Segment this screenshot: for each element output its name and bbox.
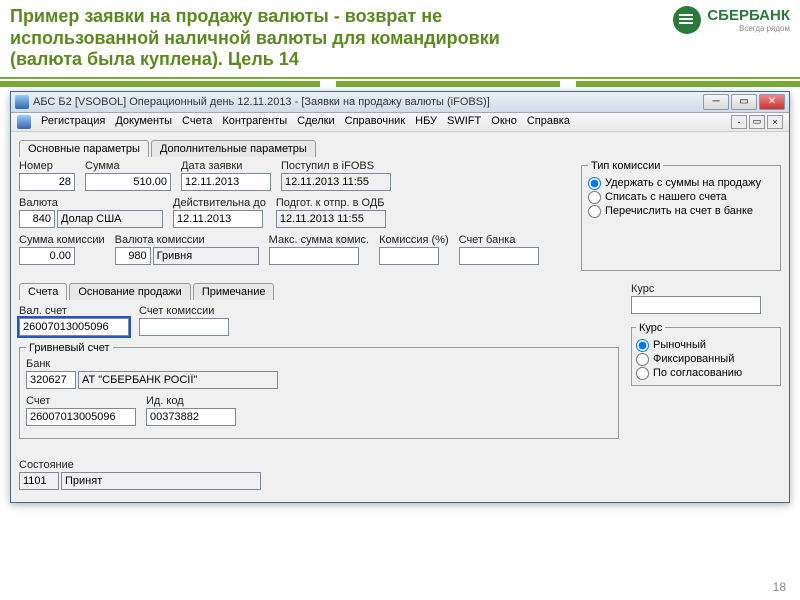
title-bar: АБС Б2 [VSOBOL] Операционный день 12.11.… [11, 92, 789, 113]
menu-registration[interactable]: Регистрация [41, 115, 105, 129]
comm-curr-name-input [153, 247, 259, 265]
commission-opt2-radio[interactable] [588, 191, 601, 204]
logo-name: СБЕРБАНК [707, 7, 790, 24]
sberbank-icon [673, 6, 701, 34]
commission-opt3-radio[interactable] [588, 205, 601, 218]
currency-name-input [57, 210, 163, 228]
odb-input [276, 210, 386, 228]
kurs-opt3-radio[interactable] [636, 367, 649, 380]
id-input[interactable] [146, 408, 236, 426]
state-label: Состояние [19, 459, 261, 471]
comm-curr-label: Валюта комиссии [115, 234, 259, 246]
tab-main-params[interactable]: Основные параметры [19, 140, 149, 157]
subtab-accounts[interactable]: Счета [19, 283, 67, 300]
acc-label: Счет [26, 395, 136, 407]
maximize-button[interactable]: ▭ [731, 94, 757, 110]
sum-input[interactable] [85, 173, 171, 191]
bank-label: Банк [26, 358, 278, 370]
comm-pct-label: Комиссия (%) [379, 234, 449, 246]
comm-pct-input[interactable] [379, 247, 439, 265]
ifobs-label: Поступил в iFOBS [281, 160, 391, 172]
kurs-opt2-label: Фиксированный [653, 353, 734, 365]
app-icon [15, 95, 29, 109]
kurs-label: Курс [631, 283, 781, 295]
slide-title: Пример заявки на продажу валюты - возвра… [10, 6, 570, 71]
commission-type-group: Тип комиссии Удержать с суммы на продажу… [581, 160, 781, 271]
kurs-opt3-label: По согласованию [653, 367, 742, 379]
accounts-panel: Вал. счет Счет комиссии Гривневый счет Б… [19, 299, 619, 449]
kurs-opt1-label: Рыночный [653, 339, 706, 351]
uah-account-group: Гривневый счет Банк Счет [19, 342, 619, 439]
odb-label: Подгот. к отпр. в ОДБ [276, 197, 386, 209]
max-comm-label: Макс. сумма комис. [269, 234, 369, 246]
subtab-note[interactable]: Примечание [193, 283, 275, 300]
state-code-input [19, 472, 59, 490]
commission-opt3-label: Перечислить на счет в банке [605, 205, 753, 217]
menu-accounts[interactable]: Счета [182, 115, 212, 129]
bank-acc-input[interactable] [459, 247, 539, 265]
window-title: АБС Б2 [VSOBOL] Операционный день 12.11.… [33, 96, 490, 108]
commission-opt1-label: Удержать с суммы на продажу [605, 177, 761, 189]
comm-acc-label: Счет комиссии [139, 305, 229, 317]
comm-curr-code-input[interactable] [115, 247, 151, 265]
comm-sum-label: Сумма комиссии [19, 234, 105, 246]
comm-acc-input[interactable] [139, 318, 229, 336]
uah-legend: Гривневый счет [26, 342, 113, 354]
date-input[interactable] [181, 173, 271, 191]
slide-number: 18 [773, 580, 786, 594]
number-input[interactable] [19, 173, 75, 191]
logo-tagline: Всегда рядом [707, 24, 790, 33]
number-label: Номер [19, 160, 75, 172]
kurs-opt1-radio[interactable] [636, 339, 649, 352]
menu-contragents[interactable]: Контрагенты [222, 115, 287, 129]
val-acc-input[interactable] [19, 318, 129, 336]
sum-label: Сумма [85, 160, 171, 172]
commission-opt2-label: Списать с нашего счета [605, 191, 727, 203]
acc-input[interactable] [26, 408, 136, 426]
menu-documents[interactable]: Документы [115, 115, 172, 129]
menu-help[interactable]: Справка [527, 115, 570, 129]
app-window: АБС Б2 [VSOBOL] Операционный день 12.11.… [10, 91, 790, 503]
commission-opt1-radio[interactable] [588, 177, 601, 190]
currency-code-input[interactable] [19, 210, 55, 228]
menu-deals[interactable]: Сделки [297, 115, 335, 129]
mdi-close-button[interactable]: × [767, 115, 783, 129]
minimize-button[interactable]: ─ [703, 94, 729, 110]
bank-name-input [78, 371, 278, 389]
date-label: Дата заявки [181, 160, 271, 172]
valid-input[interactable] [173, 210, 263, 228]
bank-code-input[interactable] [26, 371, 76, 389]
menu-nbu[interactable]: НБУ [415, 115, 437, 129]
id-label: Ид. код [146, 395, 236, 407]
ifobs-input [281, 173, 391, 191]
kurs-input[interactable] [631, 296, 761, 314]
subtab-basis[interactable]: Основание продажи [69, 283, 190, 300]
menu-reference[interactable]: Справочник [345, 115, 406, 129]
close-button[interactable]: ✕ [759, 94, 785, 110]
mdi-minimize-button[interactable]: - [731, 115, 747, 129]
menu-window[interactable]: Окно [491, 115, 517, 129]
doc-icon [17, 115, 31, 129]
valid-label: Действительна до [173, 197, 266, 209]
max-comm-input[interactable] [269, 247, 359, 265]
commission-legend: Тип комиссии [588, 160, 663, 172]
logo-block: СБЕРБАНК Всегда рядом [673, 6, 790, 34]
tab-extra-params[interactable]: Дополнительные параметры [151, 140, 316, 157]
menu-bar: Регистрация Документы Счета Контрагенты … [11, 113, 789, 132]
kurs-opt2-radio[interactable] [636, 353, 649, 366]
currency-label: Валюта [19, 197, 163, 209]
main-params-panel: Номер Сумма Дата заявки Поступил в iFOBS… [19, 156, 781, 494]
mdi-restore-button[interactable]: ▭ [749, 115, 765, 129]
decorative-stripe [0, 81, 800, 87]
menu-swift[interactable]: SWIFT [447, 115, 481, 129]
state-name-input [61, 472, 261, 490]
val-acc-label: Вал. счет [19, 305, 129, 317]
kurs-type-group: Курс Рыночный Фиксированный По согласова… [631, 322, 781, 386]
comm-sum-input[interactable] [19, 247, 75, 265]
kurs-sub-legend: Курс [636, 322, 665, 334]
bank-acc-label: Счет банка [459, 234, 539, 246]
